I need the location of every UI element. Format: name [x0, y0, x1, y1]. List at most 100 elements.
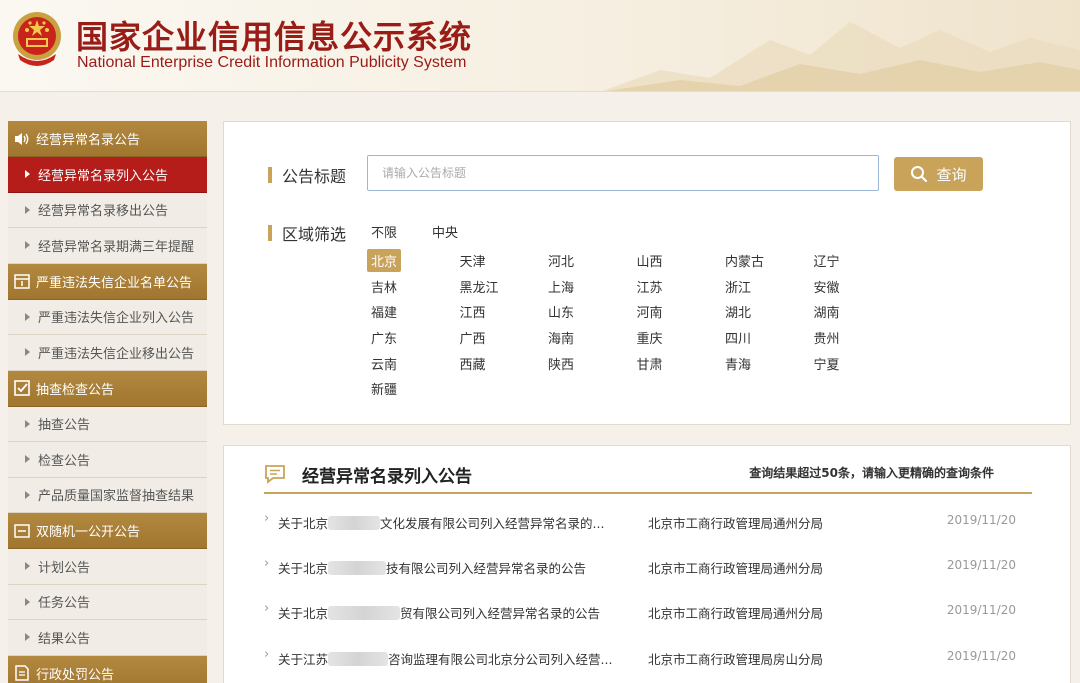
region-central[interactable]: 中央 — [432, 222, 458, 241]
document-icon — [13, 664, 31, 682]
region-option[interactable]: 云南 — [367, 350, 456, 376]
result-organization: 北京市工商行政管理局房山分局 — [648, 652, 824, 667]
sidebar-item-0-2[interactable]: 经营异常名录期满三年提醒 — [8, 228, 207, 264]
sidebar-item-1-0[interactable]: 严重违法失信企业列入公告 — [8, 299, 207, 335]
region-option[interactable]: 浙江 — [721, 274, 810, 300]
sidebar-item-3-2[interactable]: 结果公告 — [8, 620, 207, 656]
region-option[interactable]: 内蒙古 — [721, 248, 810, 274]
window-icon — [13, 522, 31, 540]
result-date: 2019/11/20 — [946, 558, 1016, 572]
caret-right-icon — [25, 562, 30, 571]
result-row[interactable]: › 关于北京 贸有限公司列入经营异常名录的公告 北京市工商行政管理局通州分局 20… — [264, 601, 1032, 621]
result-row[interactable]: › 关于江苏 咨询监理有限公司北京分公司列入经营... 北京市工商行政管理局房山分… — [264, 647, 1032, 667]
result-title-link[interactable]: 关于北京 贸有限公司列入经营异常名录的公告 — [278, 603, 600, 622]
search-icon — [911, 166, 928, 183]
region-option[interactable]: 贵州 — [810, 325, 899, 351]
sidebar-item-0-0[interactable]: 经营异常名录列入公告 — [8, 157, 207, 193]
region-option[interactable]: 安徽 — [810, 274, 899, 300]
region-unlimited[interactable]: 不限 — [371, 222, 397, 241]
results-note: 查询结果超过50条，请输入更精确的查询条件 — [749, 466, 994, 480]
region-option[interactable]: 湖南 — [810, 299, 899, 325]
region-option[interactable]: 河南 — [633, 299, 722, 325]
region-option[interactable]: 山东 — [544, 299, 633, 325]
region-option[interactable]: 广东 — [367, 325, 456, 351]
speaker-icon — [13, 130, 31, 148]
region-option[interactable]: 吉林 — [367, 274, 456, 300]
title-filter-label: 公告标题 — [268, 163, 346, 187]
chevron-right-icon: › — [264, 647, 270, 662]
national-emblem-icon — [13, 12, 61, 66]
redacted-blur — [328, 606, 401, 620]
result-organization: 北京市工商行政管理局通州分局 — [648, 516, 824, 531]
result-title-link[interactable]: 关于北京 技有限公司列入经营异常名录的公告 — [278, 558, 586, 577]
sidebar-category-2[interactable]: 抽查检查公告 — [8, 370, 207, 407]
sidebar-item-2-0[interactable]: 抽查公告 — [8, 406, 207, 442]
region-filter-label: 区域筛选 — [268, 221, 346, 245]
caret-right-icon — [25, 205, 30, 214]
result-title-link[interactable]: 关于北京 文化发展有限公司列入经营异常名录的... — [278, 513, 604, 532]
region-option[interactable]: 海南 — [544, 325, 633, 351]
region-option[interactable]: 西藏 — [456, 350, 545, 376]
caret-right-icon — [25, 312, 30, 321]
caret-right-icon — [25, 170, 30, 179]
result-row[interactable]: › 关于北京 文化发展有限公司列入经营异常名录的... 北京市工商行政管理局通州分… — [264, 511, 1032, 531]
region-option[interactable]: 湖北 — [721, 299, 810, 325]
region-option[interactable]: 四川 — [721, 325, 810, 351]
result-organization: 北京市工商行政管理局通州分局 — [648, 561, 824, 576]
region-option[interactable]: 北京 — [367, 248, 456, 274]
region-option[interactable]: 新疆 — [367, 376, 456, 402]
results-title: 经营异常名录列入公告 — [302, 467, 472, 487]
checkbox-icon — [13, 379, 31, 397]
region-option[interactable]: 天津 — [456, 248, 545, 274]
result-date: 2019/11/20 — [946, 603, 1016, 617]
mountain-decoration — [602, 22, 1080, 91]
region-option[interactable]: 陕西 — [544, 350, 633, 376]
sidebar-category-4[interactable]: 行政处罚公告 — [8, 655, 207, 683]
result-title-link[interactable]: 关于江苏 咨询监理有限公司北京分公司列入经营... — [278, 649, 612, 668]
redacted-blur — [328, 561, 387, 575]
sidebar-item-2-2[interactable]: 产品质量国家监督抽查结果 — [8, 477, 207, 513]
sidebar-category-0[interactable]: 经营异常名录公告 — [8, 121, 207, 157]
sidebar-item-3-1[interactable]: 任务公告 — [8, 584, 207, 620]
result-organization: 北京市工商行政管理局通州分局 — [648, 606, 824, 621]
region-option[interactable]: 甘肃 — [633, 350, 722, 376]
caret-right-icon — [25, 419, 30, 428]
sidebar-item-0-1[interactable]: 经营异常名录移出公告 — [8, 192, 207, 228]
result-row[interactable]: › 关于北京 技有限公司列入经营异常名录的公告 北京市工商行政管理局通州分局 20… — [264, 556, 1032, 576]
caret-right-icon — [25, 490, 30, 499]
site-title-en: National Enterprise Credit Information P… — [77, 54, 467, 71]
filter-panel: 公告标题 查询 区域筛选 不限 中央 北京天津河北山西内蒙古辽宁吉林黑龙江上海江… — [223, 121, 1071, 425]
message-icon — [265, 465, 285, 484]
sidebar-category-1[interactable]: 严重违法失信企业名单公告 — [8, 263, 207, 300]
region-option[interactable]: 重庆 — [633, 325, 722, 351]
region-option[interactable]: 青海 — [721, 350, 810, 376]
sidebar-category-3[interactable]: 双随机一公开公告 — [8, 513, 207, 549]
region-option[interactable]: 江西 — [456, 299, 545, 325]
site-header: 国家企业信用信息公示系统 National Enterprise Credit … — [0, 0, 1080, 92]
region-grid: 北京 天津 河北 山西 内蒙古 辽宁 吉林 黑龙江 上海 江苏 浙江 安徽 福建 江西 山东 河南 湖北 湖南 广东… — [367, 248, 867, 402]
site-title-cn: 国家企业信用信息公示系统 — [76, 18, 473, 56]
sidebar-item-1-1[interactable]: 严重违法失信企业移出公告 — [8, 335, 207, 371]
sidebar-item-3-0[interactable]: 计划公告 — [8, 549, 207, 585]
redacted-blur — [328, 516, 381, 530]
results-panel: 经营异常名录列入公告 查询结果超过50条，请输入更精确的查询条件 › 关于北京文… — [223, 445, 1071, 683]
chevron-right-icon: › — [264, 511, 270, 526]
search-button[interactable]: 查询 — [894, 157, 983, 191]
region-option[interactable]: 广西 — [456, 325, 545, 351]
redacted-blur — [328, 652, 389, 666]
chevron-right-icon: › — [264, 556, 270, 571]
sidebar-nav: 经营异常名录公告 经营异常名录列入公告 经营异常名录移出公告 经营异常名录期满三… — [8, 121, 207, 683]
results-header: 经营异常名录列入公告 查询结果超过50条，请输入更精确的查询条件 — [264, 460, 1032, 494]
region-option[interactable]: 福建 — [367, 299, 456, 325]
region-option[interactable]: 江苏 — [633, 274, 722, 300]
region-option[interactable]: 山西 — [633, 248, 722, 274]
region-option[interactable]: 辽宁 — [810, 248, 899, 274]
announcement-title-input[interactable] — [367, 155, 879, 191]
region-option[interactable]: 河北 — [544, 248, 633, 274]
result-date: 2019/11/20 — [946, 649, 1016, 663]
sidebar-item-2-1[interactable]: 检查公告 — [8, 442, 207, 478]
region-option[interactable]: 宁夏 — [810, 350, 899, 376]
caret-right-icon — [25, 597, 30, 606]
region-option[interactable]: 黑龙江 — [456, 274, 545, 300]
region-option[interactable]: 上海 — [544, 274, 633, 300]
